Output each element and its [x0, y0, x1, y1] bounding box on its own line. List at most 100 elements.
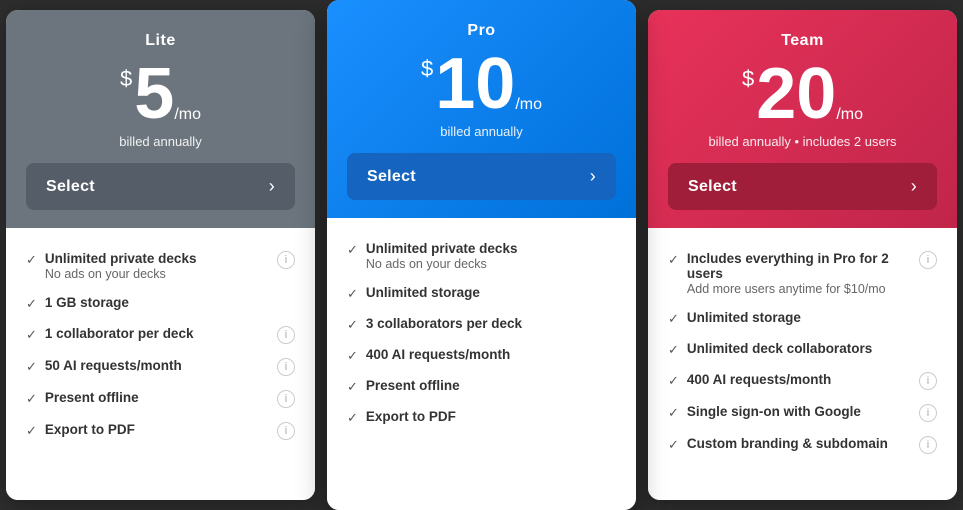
info-icon[interactable]: i: [919, 436, 937, 454]
lite-features: ✓ Unlimited private decksNo ads on your d…: [6, 228, 315, 500]
list-item: ✓Unlimited storage: [668, 303, 937, 334]
plan-card-team: Team$20/mobilled annually • includes 2 u…: [648, 10, 957, 500]
feature-text: Export to PDF: [366, 409, 616, 424]
info-icon[interactable]: i: [277, 422, 295, 440]
list-item: ✓ 50 AI requests/month i: [26, 351, 295, 383]
info-icon[interactable]: i: [919, 404, 937, 422]
info-icon[interactable]: i: [919, 251, 937, 269]
team-select-chevron: ›: [911, 176, 917, 197]
list-item: ✓ 400 AI requests/month i: [668, 365, 937, 397]
feature-text: Includes everything in Pro for 2 usersAd…: [687, 251, 913, 296]
checkmark-icon: ✓: [26, 252, 37, 268]
feature-subtitle: No ads on your decks: [366, 257, 487, 271]
pro-features: ✓ Unlimited private decksNo ads on your d…: [327, 218, 636, 510]
info-icon[interactable]: i: [277, 326, 295, 344]
lite-price: 5: [134, 58, 174, 130]
info-icon[interactable]: i: [919, 372, 937, 390]
list-item: ✓ Export to PDF i: [26, 415, 295, 447]
feature-text: 1 GB storage: [45, 295, 295, 310]
feature-text: Export to PDF: [45, 422, 271, 437]
lite-period: /mo: [174, 106, 201, 124]
checkmark-icon: ✓: [347, 410, 358, 426]
feature-text: Unlimited storage: [366, 285, 616, 300]
feature-title: Present offline: [366, 378, 616, 393]
checkmark-icon: ✓: [668, 342, 679, 358]
checkmark-icon: ✓: [347, 242, 358, 258]
list-item: ✓Custom branding & subdomaini: [668, 429, 937, 461]
feature-text: Unlimited private decksNo ads on your de…: [366, 241, 616, 271]
pro-billing: billed annually: [440, 124, 522, 139]
team-select-button[interactable]: Select ›: [668, 163, 937, 210]
feature-title: Export to PDF: [45, 422, 271, 437]
feature-title: 400 AI requests/month: [366, 347, 616, 362]
checkmark-icon: ✓: [347, 317, 358, 333]
pro-select-button[interactable]: Select ›: [347, 153, 616, 200]
pro-select-label: Select: [367, 168, 416, 186]
list-item: ✓ 1 collaborator per deck i: [26, 319, 295, 351]
info-icon[interactable]: i: [277, 358, 295, 376]
feature-text: 400 AI requests/month: [687, 372, 913, 387]
list-item: ✓ Unlimited deck collaborators: [668, 334, 937, 365]
feature-text: Custom branding & subdomain: [687, 436, 913, 451]
lite-name: Lite: [145, 32, 175, 50]
list-item: ✓ Single sign-on with Google i: [668, 397, 937, 429]
list-item: ✓Includes everything in Pro for 2 usersA…: [668, 244, 937, 303]
feature-title: Export to PDF: [366, 409, 616, 424]
checkmark-icon: ✓: [26, 327, 37, 343]
feature-title: 400 AI requests/month: [687, 372, 913, 387]
list-item: ✓ Unlimited private decksNo ads on your d…: [347, 234, 616, 278]
feature-text: Unlimited storage: [687, 310, 937, 325]
checkmark-icon: ✓: [668, 373, 679, 389]
team-header: Team$20/mobilled annually • includes 2 u…: [648, 10, 957, 228]
list-item: ✓ Unlimited private decksNo ads on your d…: [26, 244, 295, 288]
info-icon[interactable]: i: [277, 251, 295, 269]
list-item: ✓ Present offline: [347, 371, 616, 402]
team-price: 20: [756, 58, 836, 130]
lite-select-label: Select: [46, 178, 95, 196]
feature-title: Present offline: [45, 390, 271, 405]
plans-container: Lite$5/mobilled annuallySelect›✓Unlimite…: [0, 0, 963, 510]
feature-title: Unlimited storage: [366, 285, 616, 300]
team-period: /mo: [836, 106, 863, 124]
info-icon[interactable]: i: [277, 390, 295, 408]
checkmark-icon: ✓: [347, 286, 358, 302]
feature-title: Unlimited deck collaborators: [687, 341, 937, 356]
lite-select-button[interactable]: Select›: [26, 163, 295, 210]
feature-text: Single sign-on with Google: [687, 404, 913, 419]
team-name: Team: [781, 32, 824, 50]
team-select-label: Select: [688, 178, 737, 196]
team-currency: $: [742, 66, 754, 92]
lite-currency: $: [120, 66, 132, 92]
feature-subtitle: Add more users anytime for $10/mo: [687, 282, 886, 296]
list-item: ✓ Export to PDF: [347, 402, 616, 433]
pro-select-chevron: ›: [590, 166, 596, 187]
feature-text: 3 collaborators per deck: [366, 316, 616, 331]
list-item: ✓400 AI requests/month: [347, 340, 616, 371]
plan-card-pro: Pro $10/mo billed annually Select › ✓ Unlimite…: [327, 0, 636, 510]
list-item: ✓ 3 collaborators per deck: [347, 309, 616, 340]
plan-card-lite: Lite$5/mobilled annuallySelect›✓Unlimite…: [6, 10, 315, 500]
checkmark-icon: ✓: [26, 296, 37, 312]
pro-price-row: $10/mo: [421, 48, 542, 120]
feature-title: Unlimited private decks: [45, 251, 271, 266]
pro-currency: $: [421, 56, 433, 82]
team-features: ✓ Includes everything in Pro for 2 usersA…: [648, 228, 957, 500]
feature-title: Single sign-on with Google: [687, 404, 913, 419]
pro-name: Pro: [467, 22, 495, 40]
list-item: ✓Present offlinei: [26, 383, 295, 415]
checkmark-icon: ✓: [26, 359, 37, 375]
feature-title: Includes everything in Pro for 2 users: [687, 251, 913, 281]
feature-subtitle: No ads on your decks: [45, 267, 166, 281]
feature-text: 1 collaborator per deck: [45, 326, 271, 341]
feature-title: Unlimited private decks: [366, 241, 616, 256]
feature-text: Unlimited private decksNo ads on your de…: [45, 251, 271, 281]
feature-title: 1 GB storage: [45, 295, 295, 310]
pro-price: 10: [435, 48, 515, 120]
list-item: ✓ 1 GB storage: [26, 288, 295, 319]
feature-title: Custom branding & subdomain: [687, 436, 913, 451]
feature-text: 400 AI requests/month: [366, 347, 616, 362]
feature-text: 50 AI requests/month: [45, 358, 271, 373]
checkmark-icon: ✓: [668, 405, 679, 421]
checkmark-icon: ✓: [347, 379, 358, 395]
checkmark-icon: ✓: [26, 423, 37, 439]
